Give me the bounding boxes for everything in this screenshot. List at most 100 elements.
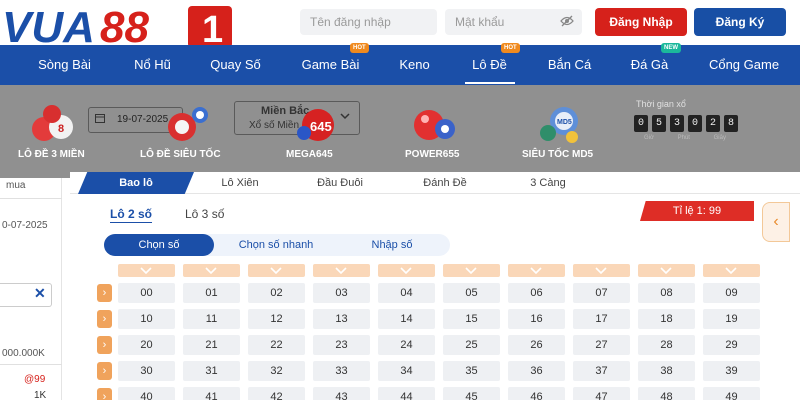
tab-dau-duoi[interactable]: Đầu Đuôi <box>300 172 380 194</box>
nav-item-cong-game[interactable]: Cổng Game <box>700 45 788 85</box>
mode-nhap-so[interactable]: Nhập số <box>344 234 440 256</box>
number-cell[interactable]: 12 <box>248 309 305 329</box>
number-cell[interactable]: 00 <box>118 283 175 303</box>
tab-lo-xien[interactable]: Lô Xiên <box>200 172 280 194</box>
number-cell[interactable]: 09 <box>703 283 760 303</box>
tab-3-cang[interactable]: 3 Càng <box>508 172 588 194</box>
register-button[interactable]: Đăng Ký <box>694 8 786 36</box>
number-cell[interactable]: 03 <box>313 283 370 303</box>
number-cell[interactable]: 13 <box>313 309 370 329</box>
row-select-toggle[interactable]: › <box>97 388 112 400</box>
number-cell[interactable]: 34 <box>378 361 435 381</box>
chevron-left-icon[interactable]: ‹ <box>762 202 790 242</box>
number-cell[interactable]: 39 <box>703 361 760 381</box>
nav-item-keno[interactable]: Keno <box>372 45 457 85</box>
number-cell[interactable]: 08 <box>638 283 695 303</box>
number-cell[interactable]: 46 <box>508 387 565 400</box>
eye-slash-icon[interactable] <box>560 15 574 27</box>
number-cell[interactable]: 17 <box>573 309 630 329</box>
number-cell[interactable]: 15 <box>443 309 500 329</box>
number-cell[interactable]: 23 <box>313 335 370 355</box>
column-select-toggle[interactable] <box>638 264 695 277</box>
number-cell[interactable]: 18 <box>638 309 695 329</box>
close-icon[interactable]: ✕ <box>34 285 46 302</box>
number-cell[interactable]: 04 <box>378 283 435 303</box>
number-cell[interactable]: 38 <box>638 361 695 381</box>
number-cell[interactable]: 32 <box>248 361 305 381</box>
number-cell[interactable]: 01 <box>183 283 240 303</box>
divider <box>0 364 62 365</box>
number-cell[interactable]: 07 <box>573 283 630 303</box>
number-cell[interactable]: 20 <box>118 335 175 355</box>
nav-item-game-bai[interactable]: Game Bài HOT <box>288 43 373 85</box>
number-cell[interactable]: 24 <box>378 335 435 355</box>
number-cell[interactable]: 41 <box>183 387 240 400</box>
number-cell[interactable]: 49 <box>703 387 760 400</box>
number-cell[interactable]: 21 <box>183 335 240 355</box>
row-select-toggle[interactable]: › <box>97 284 112 302</box>
number-cell[interactable]: 35 <box>443 361 500 381</box>
number-cell[interactable]: 30 <box>118 361 175 381</box>
username-field[interactable]: Tên đăng nhập <box>300 9 437 35</box>
column-select-toggle[interactable] <box>183 264 240 277</box>
number-cell[interactable]: 44 <box>378 387 435 400</box>
number-cell[interactable]: 47 <box>573 387 630 400</box>
nav-item-quay-so[interactable]: Quay Số <box>193 45 278 85</box>
number-cell[interactable]: 37 <box>573 361 630 381</box>
column-select-toggle[interactable] <box>443 264 500 277</box>
number-cell[interactable]: 02 <box>248 283 305 303</box>
column-select-toggle[interactable] <box>573 264 630 277</box>
game-lo-de-sieu-toc[interactable]: LÔ ĐỀ SIÊU TỐC <box>140 85 230 178</box>
game-sieu-toc-md5[interactable]: MD5 SIÊU TỐC MD5 <box>522 85 612 178</box>
number-cell[interactable]: 14 <box>378 309 435 329</box>
number-cell[interactable]: 05 <box>443 283 500 303</box>
column-select-toggle[interactable] <box>703 264 760 277</box>
tab-bao-lo[interactable]: Bao lô <box>78 172 194 194</box>
mode-chon-so-nhanh[interactable]: Chọn số nhanh <box>220 234 332 256</box>
column-select-toggle[interactable] <box>313 264 370 277</box>
number-cell[interactable]: 16 <box>508 309 565 329</box>
game-lo-de-3-mien[interactable]: 8 LÔ ĐỀ 3 MIỀN <box>18 85 98 178</box>
game-mega645[interactable]: 645 MEGA645 <box>286 85 366 178</box>
number-cell[interactable]: 22 <box>248 335 305 355</box>
mode-chon-so[interactable]: Chọn số <box>104 234 214 256</box>
tab-lo-2-so[interactable]: Lô 2 số <box>110 207 152 221</box>
nav-item-song-bai[interactable]: Sòng Bài <box>22 45 107 85</box>
nav-item-da-ga[interactable]: Đá Gà NEW <box>607 43 692 85</box>
number-cell[interactable]: 42 <box>248 387 305 400</box>
sidebar-unit: 1K <box>34 390 47 400</box>
number-cell[interactable]: 06 <box>508 283 565 303</box>
number-cell[interactable]: 25 <box>443 335 500 355</box>
number-cell[interactable]: 45 <box>443 387 500 400</box>
number-cell[interactable]: 11 <box>183 309 240 329</box>
column-select-toggle[interactable] <box>248 264 305 277</box>
number-cell[interactable]: 28 <box>638 335 695 355</box>
sidebar-rate: @99 <box>24 374 46 385</box>
row-select-toggle[interactable]: › <box>97 362 112 380</box>
number-cell[interactable]: 10 <box>118 309 175 329</box>
tab-danh-de[interactable]: Đánh Đề <box>405 172 485 194</box>
row-select-toggle[interactable]: › <box>97 336 112 354</box>
game-power655[interactable]: POWER655 <box>405 85 485 178</box>
column-select-toggle[interactable] <box>508 264 565 277</box>
row-select-toggle[interactable]: › <box>97 310 112 328</box>
number-cell[interactable]: 33 <box>313 361 370 381</box>
nav-item-lo-de[interactable]: Lô Đề HOT <box>447 43 532 85</box>
number-cell[interactable]: 31 <box>183 361 240 381</box>
number-cell[interactable]: 19 <box>703 309 760 329</box>
game-label: MEGA645 <box>286 149 333 160</box>
nav-item-no-hu[interactable]: Nổ Hũ <box>110 45 195 85</box>
tab-lo-3-so[interactable]: Lô 3 số <box>185 207 224 221</box>
column-select-toggle[interactable] <box>118 264 175 277</box>
login-button[interactable]: Đăng Nhập <box>595 8 687 36</box>
number-cell[interactable]: 36 <box>508 361 565 381</box>
number-cell[interactable]: 48 <box>638 387 695 400</box>
number-cell[interactable]: 40 <box>118 387 175 400</box>
number-cell[interactable]: 29 <box>703 335 760 355</box>
nav-item-ban-ca[interactable]: Bắn Cá <box>527 45 612 85</box>
number-cell[interactable]: 26 <box>508 335 565 355</box>
number-cell[interactable]: 43 <box>313 387 370 400</box>
number-cell[interactable]: 27 <box>573 335 630 355</box>
column-select-toggle[interactable] <box>378 264 435 277</box>
chevron-down-icon <box>465 267 477 274</box>
